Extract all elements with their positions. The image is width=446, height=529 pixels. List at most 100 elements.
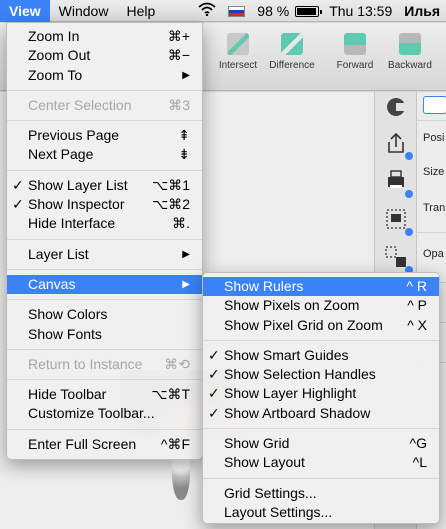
- menu-item-show-smart-guides[interactable]: ✓ Show Smart Guides: [203, 346, 439, 365]
- battery-percent[interactable]: 98 %: [251, 0, 295, 22]
- difference-label: Difference: [269, 60, 315, 71]
- menu-item-zoom-out[interactable]: Zoom Out ⌘−: [7, 46, 202, 65]
- status-dot-icon: [405, 190, 413, 198]
- menu-item-label: Hide Toolbar: [28, 386, 107, 403]
- checkmark-icon: ✓: [208, 366, 220, 383]
- menu-item-show-layout[interactable]: Show Layout ^L: [203, 453, 439, 472]
- menu-item-show-inspector[interactable]: ✓ Show Inspector ⌥⌘2: [7, 195, 202, 214]
- intersect-button[interactable]: Intersect: [210, 25, 266, 71]
- menu-item-show-colors[interactable]: Show Colors: [7, 305, 202, 324]
- menu-item-label: Show Selection Handles: [224, 366, 376, 383]
- menu-item-label: Show Colors: [28, 306, 108, 323]
- menu-item-label: Show Artboard Shadow: [224, 404, 371, 421]
- export-icon[interactable]: [381, 128, 413, 160]
- checkmark-icon: ✓: [12, 176, 24, 193]
- menu-item-show-layer-list[interactable]: ✓ Show Layer List ⌥⌘1: [7, 176, 202, 195]
- menu-item-show-pixel-grid-on-zoom[interactable]: Show Pixel Grid on Zoom ^ X: [203, 316, 439, 335]
- shortcut-label: ⌘⟲: [164, 355, 190, 372]
- russian-flag-icon[interactable]: [228, 5, 246, 17]
- forward-icon: [344, 33, 366, 55]
- difference-button[interactable]: Difference: [262, 25, 322, 71]
- checkmark-icon: ✓: [208, 404, 220, 421]
- menu-item-show-selection-handles[interactable]: ✓ Show Selection Handles: [203, 365, 439, 384]
- menu-separator: [203, 339, 439, 341]
- menu-item-label: Center Selection: [28, 96, 132, 113]
- intersect-icon: [227, 33, 249, 55]
- menu-item-label: Next Page: [28, 146, 94, 163]
- menu-item-label: Zoom To: [28, 66, 83, 83]
- menu-item-label: Show Layout: [224, 454, 305, 471]
- menu-item-customize-toolbar[interactable]: Customize Toolbar...: [7, 404, 202, 423]
- menu-item-show-fonts[interactable]: Show Fonts: [7, 325, 202, 344]
- menu-item-canvas[interactable]: Canvas ▶: [7, 274, 202, 295]
- status-dot-icon: [405, 228, 413, 236]
- menu-item-enter-full-screen[interactable]: Enter Full Screen ^⌘F: [7, 435, 202, 454]
- canvas-submenu: Show Rulers ^ R Show Pixels on Zoom ^ P Sh…: [202, 272, 440, 524]
- shortcut-label: ^ X: [407, 316, 427, 333]
- menu-item-previous-page[interactable]: Previous Page ⇞: [7, 126, 202, 145]
- menubar-view[interactable]: View: [0, 0, 50, 22]
- transform-label: Tran: [423, 202, 446, 214]
- shortcut-label: ⌘−: [167, 47, 190, 64]
- menubar-help[interactable]: Help: [117, 0, 164, 22]
- menu-item-hide-toolbar[interactable]: Hide Toolbar ⌥⌘T: [7, 385, 202, 404]
- clock[interactable]: Thu 13:59: [323, 0, 398, 22]
- menu-item-layout-settings[interactable]: Layout Settings...: [203, 503, 439, 522]
- menu-item-label: Show Rulers: [224, 278, 304, 294]
- menu-item-label: Zoom Out: [28, 47, 91, 64]
- menu-item-next-page[interactable]: Next Page ⇟: [7, 145, 202, 164]
- align-toggle[interactable]: [423, 96, 446, 114]
- shortcut-label: ^⌘F: [160, 435, 190, 452]
- menubar-window[interactable]: Window: [50, 0, 118, 22]
- menu-item-label: Canvas: [28, 275, 76, 292]
- wifi-icon[interactable]: [192, 0, 222, 22]
- menu-item-show-artboard-shadow[interactable]: ✓ Show Artboard Shadow: [203, 404, 439, 423]
- printer-icon[interactable]: [381, 166, 413, 198]
- layout-grid-icon[interactable]: [381, 204, 413, 236]
- menu-item-show-grid[interactable]: Show Grid ^G: [203, 434, 439, 453]
- menu-item-hide-interface[interactable]: Hide Interface ⌘.: [7, 214, 202, 233]
- menu-item-label: Show Fonts: [28, 325, 102, 342]
- menu-item-label: Customize Toolbar...: [28, 405, 155, 422]
- shortcut-label: ^L: [412, 454, 427, 471]
- menu-item-show-rulers[interactable]: Show Rulers ^ R: [203, 277, 439, 297]
- inspector-divider: [417, 232, 446, 233]
- battery-icon[interactable]: [295, 5, 323, 17]
- symbol-icon[interactable]: [381, 242, 413, 274]
- submenu-arrow-icon: ▶: [182, 69, 190, 81]
- menu-item-layer-list[interactable]: Layer List ▶: [7, 245, 202, 264]
- status-area: 98 % Thu 13:59 Илья: [192, 0, 446, 22]
- menu-item-return-to-instance: Return to Instance ⌘⟲: [7, 355, 202, 374]
- menu-item-label: Show Layer Highlight: [224, 385, 357, 402]
- shortcut-label: ⌘.: [172, 215, 190, 232]
- checkmark-icon: ✓: [208, 385, 220, 402]
- menu-item-label: Enter Full Screen: [28, 435, 137, 452]
- menu-separator: [7, 268, 202, 270]
- menu-item-grid-settings[interactable]: Grid Settings...: [203, 484, 439, 503]
- menu-item-label: Grid Settings...: [224, 484, 317, 501]
- forward-button[interactable]: Forward: [332, 25, 378, 71]
- menu-item-zoom-in[interactable]: Zoom In ⌘+: [7, 27, 202, 46]
- shortcut-label: ⌘3: [168, 96, 190, 113]
- menu-separator: [203, 428, 439, 430]
- backward-label: Backward: [388, 60, 432, 71]
- menu-item-label: Show Pixel Grid on Zoom: [224, 316, 383, 333]
- submenu-arrow-icon: ▶: [182, 278, 190, 290]
- backward-button[interactable]: Backward: [382, 25, 438, 71]
- menu-item-label: Show Pixels on Zoom: [224, 297, 360, 314]
- menu-item-label: Return to Instance: [28, 355, 143, 372]
- menu-item-label: Zoom In: [28, 28, 80, 44]
- shortcut-label: ⌥⌘2: [152, 196, 190, 213]
- menu-item-show-pixels-on-zoom[interactable]: Show Pixels on Zoom ^ P: [203, 296, 439, 315]
- user-name[interactable]: Илья: [398, 0, 446, 22]
- menu-item-label: Show Inspector: [28, 196, 125, 213]
- difference-icon: [281, 33, 303, 55]
- shortcut-label: ^G: [409, 435, 427, 452]
- menu-separator: [7, 299, 202, 301]
- menu-item-zoom-to[interactable]: Zoom To ▶: [7, 66, 202, 85]
- menu-item-label: Layer List: [28, 245, 89, 262]
- menu-item-show-layer-highlight[interactable]: ✓ Show Layer Highlight: [203, 384, 439, 403]
- menu-item-label: Show Smart Guides: [224, 346, 349, 363]
- inspector-tab-icon[interactable]: [381, 94, 411, 124]
- forward-label: Forward: [336, 60, 374, 71]
